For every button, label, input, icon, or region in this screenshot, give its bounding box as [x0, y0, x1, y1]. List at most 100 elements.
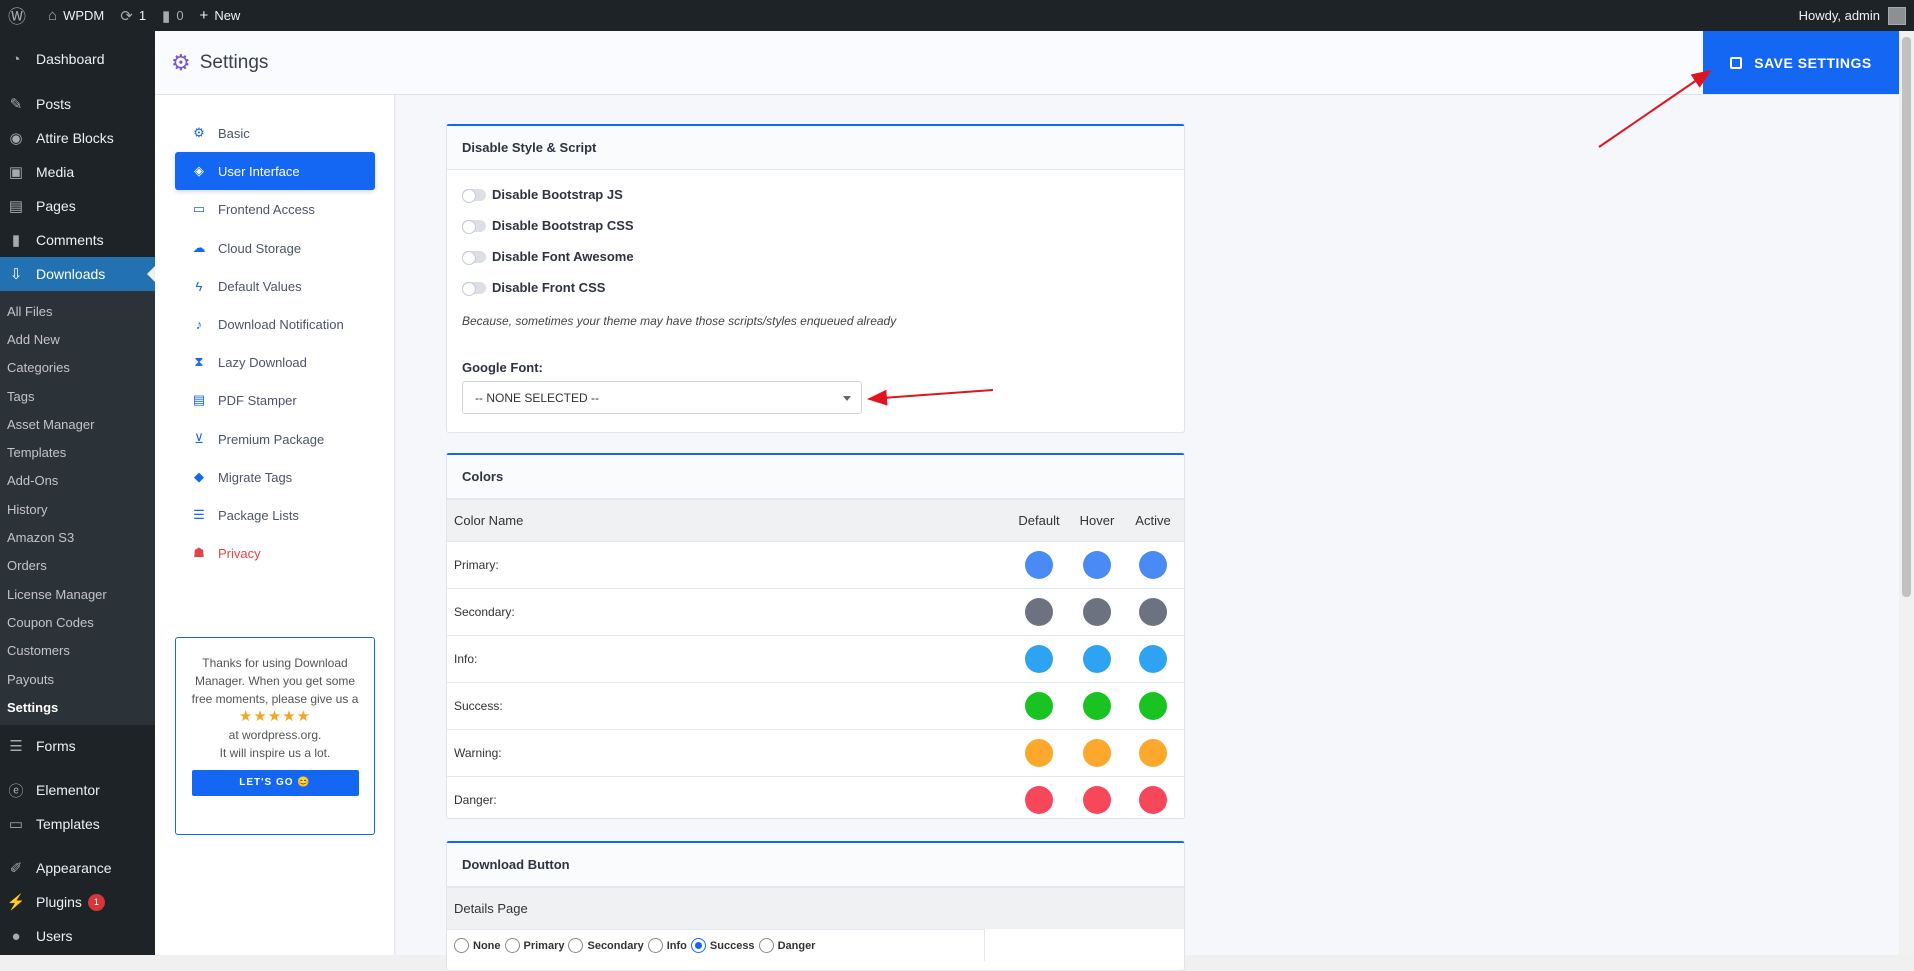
- plugins-update-badge: 1: [87, 893, 105, 911]
- color-swatch-hover[interactable]: [1083, 551, 1111, 579]
- menu-attire-blocks[interactable]: ◉ Attire Blocks: [0, 121, 155, 155]
- menu-comments[interactable]: ▮ Comments: [0, 223, 155, 257]
- nav-basic[interactable]: ⚙ Basic: [175, 114, 375, 152]
- menu-users[interactable]: ● Users: [0, 919, 155, 953]
- nav-user-interface[interactable]: ◈ User Interface: [175, 152, 375, 190]
- wordpress-logo[interactable]: Ⓦ: [0, 0, 40, 31]
- toggle-switch[interactable]: [462, 188, 486, 203]
- save-settings-button[interactable]: SAVE SETTINGS: [1703, 31, 1899, 94]
- submenu-asset-manager[interactable]: Asset Manager: [0, 410, 155, 438]
- submenu-customers[interactable]: Customers: [0, 637, 155, 665]
- menu-downloads[interactable]: ⇩ Downloads: [0, 257, 155, 291]
- submenu-history[interactable]: History: [0, 495, 155, 523]
- radio-option[interactable]: Success: [690, 938, 755, 953]
- nav-default-values[interactable]: ϟ Default Values: [175, 267, 375, 305]
- menu-appearance[interactable]: ✐ Appearance: [0, 851, 155, 885]
- radio-button[interactable]: [568, 938, 584, 953]
- submenu-add-new[interactable]: Add New: [0, 325, 155, 353]
- scrollbar[interactable]: [1899, 31, 1914, 955]
- color-swatch-hover[interactable]: [1083, 598, 1111, 626]
- radio-option[interactable]: Secondary: [568, 938, 644, 953]
- site-name-link[interactable]: ⌂ WPDM: [40, 0, 112, 31]
- radio-option[interactable]: None: [454, 938, 501, 953]
- menu-posts[interactable]: ✎ Posts: [0, 87, 155, 121]
- menu-plugins[interactable]: ⚡ Plugins 1: [0, 885, 155, 919]
- nav-cloud-storage[interactable]: ☁ Cloud Storage: [175, 229, 375, 267]
- toggle-label: Disable Bootstrap CSS: [492, 218, 634, 233]
- nav-download-notification[interactable]: ♪ Download Notification: [175, 305, 375, 343]
- color-swatch-hover[interactable]: [1083, 739, 1111, 767]
- nav-privacy[interactable]: ☗ Privacy: [175, 534, 375, 572]
- lets-go-button[interactable]: LET'S GO 😊: [191, 770, 359, 796]
- toggle-label: Disable Front CSS: [492, 280, 606, 295]
- color-swatch-default[interactable]: [1025, 692, 1053, 720]
- menu-label: Dashboard: [36, 51, 105, 67]
- toggle-switch[interactable]: [462, 250, 486, 265]
- menu-label: Attire Blocks: [36, 130, 114, 146]
- color-swatch-default[interactable]: [1025, 739, 1053, 767]
- submenu-tags[interactable]: Tags: [0, 382, 155, 410]
- color-swatch-hover[interactable]: [1083, 645, 1111, 673]
- toggle-font-awesome[interactable]: Disable Font Awesome: [447, 241, 1184, 272]
- comments-link[interactable]: ▮ 0: [154, 0, 192, 31]
- submenu-amazon-s3[interactable]: Amazon S3: [0, 523, 155, 551]
- submenu-payouts[interactable]: Payouts: [0, 665, 155, 693]
- my-account[interactable]: Howdy, admin: [1799, 6, 1914, 25]
- google-font-select[interactable]: -- NONE SELECTED --: [462, 381, 862, 414]
- nav-lazy-download[interactable]: ⧗ Lazy Download: [175, 343, 375, 381]
- comment-icon: ▮: [11, 232, 21, 249]
- nav-label: Frontend Access: [218, 201, 315, 217]
- nav-pdf-stamper[interactable]: ▤ PDF Stamper: [175, 381, 375, 419]
- color-swatch-active[interactable]: [1139, 739, 1167, 767]
- radio-option[interactable]: Primary: [504, 938, 564, 953]
- color-swatch-default[interactable]: [1025, 786, 1053, 814]
- toggle-switch[interactable]: [462, 281, 486, 296]
- toggle-bootstrap-css[interactable]: Disable Bootstrap CSS: [447, 210, 1184, 241]
- radio-button[interactable]: [690, 938, 706, 953]
- radio-button[interactable]: [454, 938, 469, 953]
- radio-button[interactable]: [647, 938, 663, 953]
- color-swatch-active[interactable]: [1139, 645, 1167, 673]
- submenu-add-ons[interactable]: Add-Ons: [0, 467, 155, 495]
- new-content-link[interactable]: + New: [192, 0, 249, 31]
- rating-stars[interactable]: ★★★★★: [188, 708, 362, 726]
- menu-pages[interactable]: ▤ Pages: [0, 189, 155, 223]
- radio-option[interactable]: Info: [647, 938, 687, 953]
- color-swatch-hover[interactable]: [1083, 692, 1111, 720]
- color-swatch-active[interactable]: [1139, 692, 1167, 720]
- color-swatch-hover[interactable]: [1083, 786, 1111, 814]
- color-swatch-default[interactable]: [1025, 645, 1053, 673]
- nav-migrate-tags[interactable]: ◆ Migrate Tags: [175, 458, 375, 496]
- nav-package-lists[interactable]: ☰ Package Lists: [175, 496, 375, 534]
- color-swatch-active[interactable]: [1139, 551, 1167, 579]
- radio-button[interactable]: [758, 938, 774, 953]
- submenu-coupon-codes[interactable]: Coupon Codes: [0, 608, 155, 636]
- color-swatch-active[interactable]: [1139, 786, 1167, 814]
- menu-media[interactable]: ▣ Media: [0, 155, 155, 189]
- submenu-all-files[interactable]: All Files: [0, 297, 155, 325]
- plus-icon: +: [199, 7, 209, 24]
- radio-button[interactable]: [504, 938, 520, 953]
- menu-elementor[interactable]: ⓔ Elementor: [0, 773, 155, 807]
- button-style-radios: None Primary Secondary Info Success Danger: [447, 929, 985, 961]
- radio-option[interactable]: Danger: [758, 938, 815, 953]
- menu-dashboard[interactable]: ◔ Dashboard: [0, 42, 155, 76]
- submenu-orders[interactable]: Orders: [0, 552, 155, 580]
- nav-frontend-access[interactable]: ▭ Frontend Access: [175, 190, 375, 228]
- color-swatch-default[interactable]: [1025, 598, 1053, 626]
- toggle-front-css[interactable]: Disable Front CSS: [447, 272, 1184, 303]
- submenu-settings[interactable]: Settings: [0, 693, 155, 721]
- menu-templates[interactable]: ▭ Templates: [0, 807, 155, 841]
- color-swatch-default[interactable]: [1025, 551, 1053, 579]
- toggle-bootstrap-js[interactable]: Disable Bootstrap JS: [447, 179, 1184, 210]
- color-cell: [1010, 645, 1068, 673]
- submenu-license-manager[interactable]: License Manager: [0, 580, 155, 608]
- updates-link[interactable]: ⟳ 1: [112, 0, 154, 31]
- color-swatch-active[interactable]: [1139, 598, 1167, 626]
- submenu-templates[interactable]: Templates: [0, 438, 155, 466]
- menu-forms[interactable]: ☰ Forms: [0, 729, 155, 763]
- nav-premium-package[interactable]: ⊻ Premium Package: [175, 420, 375, 458]
- submenu-categories[interactable]: Categories: [0, 354, 155, 382]
- scrollbar-thumb[interactable]: [1902, 37, 1911, 597]
- toggle-switch[interactable]: [462, 219, 486, 234]
